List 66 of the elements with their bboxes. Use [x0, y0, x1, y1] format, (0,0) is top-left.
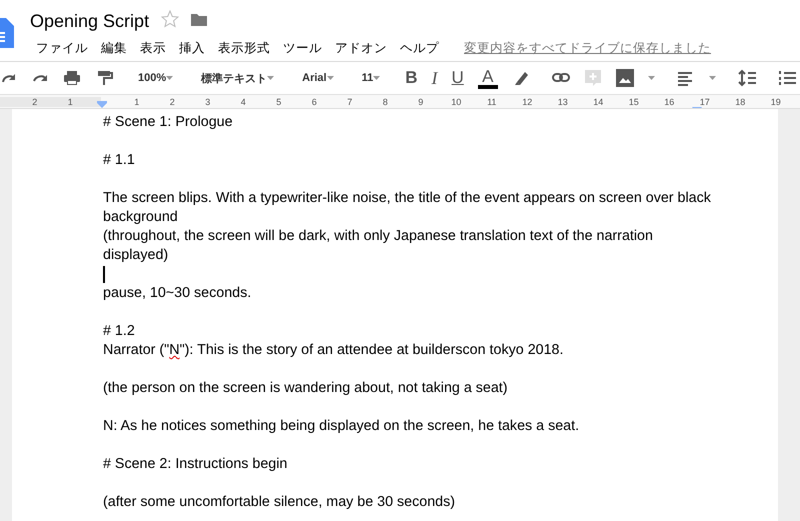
ruler-number: 2 — [31, 96, 38, 106]
document-paragraph: (after some uncomfortable silence, may be 30 seconds) — [103, 493, 456, 512]
ruler-number: 15 — [628, 96, 640, 106]
document-paragraph: pause, 10~30 seconds. — [103, 284, 252, 303]
document-paragraph: The screen blips. With a typewriter-like noise, the title of the event appears on screen over black background — [103, 189, 712, 227]
align-left-icon — [676, 69, 695, 87]
document-paragraph: # 1.2 — [103, 322, 136, 341]
folder-icon — [191, 11, 208, 26]
menu-item[interactable]: 編集 — [95, 40, 134, 57]
caret-icon — [166, 76, 174, 80]
menu-item[interactable]: 表示 — [134, 40, 173, 57]
bold-button[interactable]: B — [398, 68, 425, 88]
document-paragraph: (throughout, the screen will be dark, with only Japanese translation text of the narration displayed) — [103, 227, 654, 265]
ruler-number: 10 — [450, 96, 462, 106]
print-icon — [63, 69, 81, 87]
numbered-list-icon — [778, 69, 796, 87]
menu-item[interactable]: アドオン — [329, 40, 394, 57]
caret-icon — [267, 76, 274, 80]
ruler-number: 6 — [310, 96, 318, 106]
ruler-number: 17 — [698, 96, 711, 106]
ruler-number: 4 — [240, 96, 247, 106]
ruler-number: 18 — [734, 96, 746, 106]
line-spacing-icon — [738, 69, 756, 87]
caret-icon — [708, 76, 716, 80]
document-paragraph: # Scene 1: Prologue — [103, 113, 234, 132]
ruler-number: 14 — [592, 96, 604, 106]
add-comment-icon — [584, 69, 602, 87]
zoom-dropdown[interactable]: 100% — [128, 72, 184, 84]
ruler-number: 5 — [275, 96, 282, 106]
italic-button[interactable]: I — [424, 68, 445, 88]
style-dropdown[interactable]: 標準テキスト — [191, 70, 284, 86]
menu-item[interactable]: 挿入 — [173, 40, 212, 57]
ruler-number: 8 — [382, 96, 389, 106]
font-dropdown[interactable]: Arial — [292, 72, 344, 84]
menu-item[interactable]: ツール — [277, 40, 329, 57]
document-paragraph: (the person on the screen is wandering about, not taking a seat) — [103, 379, 509, 398]
text-cursor — [103, 266, 105, 284]
document-paragraph: Narrator ("N"): This is the story of an attendee at builderscon tokyo 2018. — [103, 341, 564, 360]
underline-button[interactable]: U — [444, 68, 471, 88]
menu-item[interactable]: ヘルプ — [394, 40, 446, 57]
ruler-number: 19 — [770, 96, 782, 106]
ruler-number: 2 — [168, 96, 176, 106]
ruler-number: 11 — [486, 96, 498, 106]
document-title[interactable]: Opening Script — [30, 10, 150, 32]
ruler-number: 1 — [66, 96, 74, 106]
paint-format-icon — [95, 69, 113, 87]
menu-item[interactable]: 表示形式 — [212, 40, 277, 57]
image-icon — [616, 69, 634, 87]
ruler-number: 3 — [204, 96, 212, 106]
document-paragraph: # 1.1 — [103, 151, 136, 170]
document-paragraph: N: As he notices something being displayed on the screen, he takes a seat. — [103, 417, 580, 436]
ruler-number: 12 — [521, 96, 534, 106]
caret-icon — [373, 76, 380, 80]
caret-icon — [326, 76, 334, 80]
font-size-dropdown[interactable]: 11 — [352, 72, 390, 84]
ruler-number: 16 — [663, 96, 676, 106]
document-paragraph: # Scene 2: Instructions begin — [103, 455, 288, 474]
ruler-number: 7 — [346, 96, 354, 106]
ruler-number: 1 — [133, 96, 140, 106]
menu-item[interactable]: ファイル — [30, 40, 95, 57]
caret-icon — [648, 76, 655, 80]
ruler-number: 9 — [417, 96, 424, 106]
text-color-button[interactable]: A — [470, 68, 505, 88]
save-status-link[interactable]: 変更内容をすべてドライブに保存しました — [464, 40, 711, 57]
ruler-number: 13 — [556, 96, 569, 106]
star-icon — [161, 10, 180, 28]
